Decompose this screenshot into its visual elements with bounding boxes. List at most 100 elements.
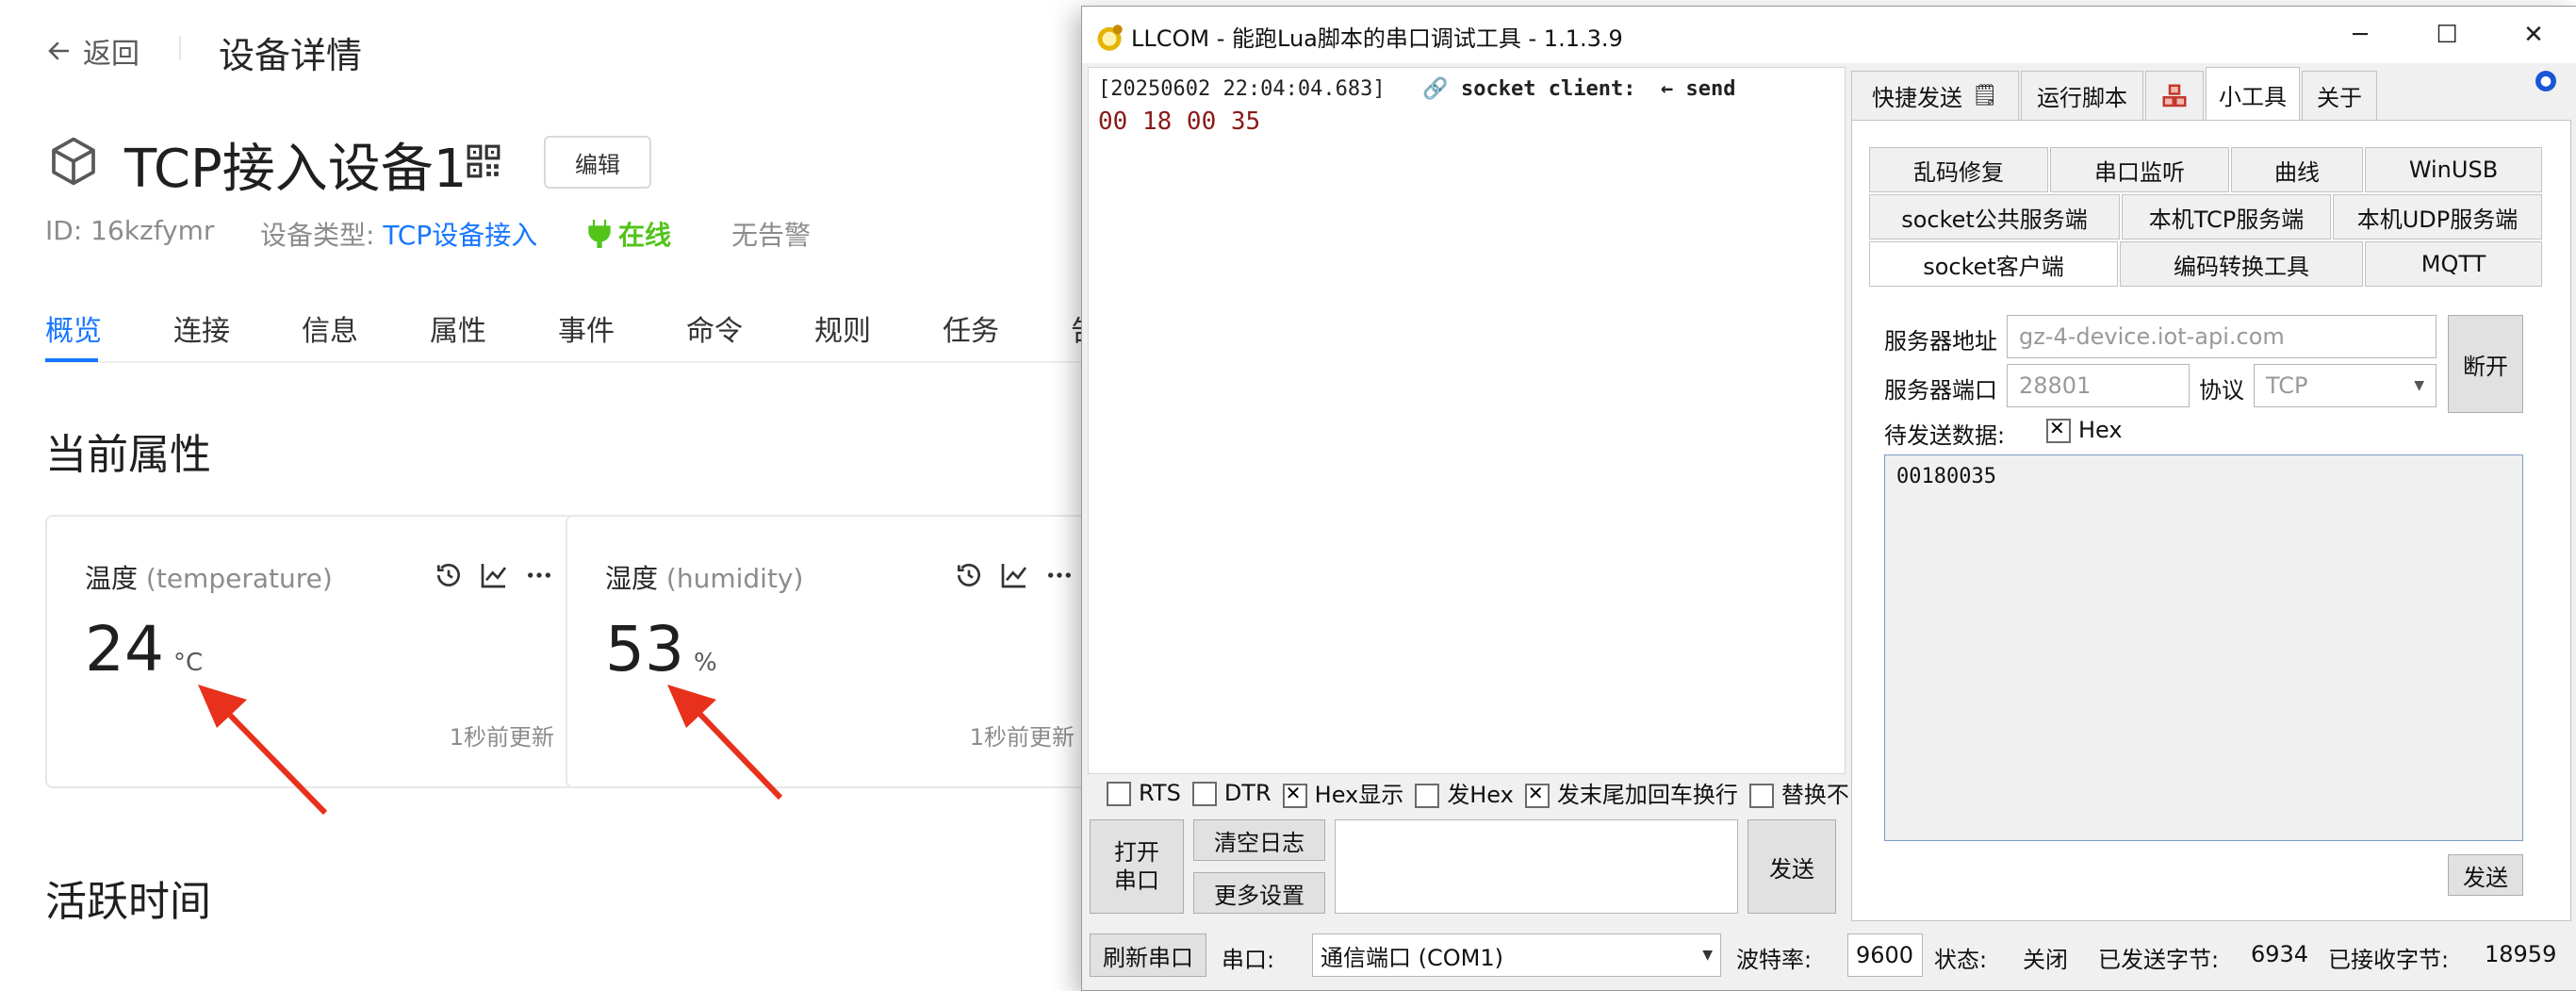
append-crlf-checkbox[interactable]: 发末尾加回车换行 [1524, 776, 1738, 809]
property-name: 温度 [85, 563, 139, 594]
pending-data-textarea[interactable]: 00180035 [1884, 454, 2523, 841]
send-input[interactable] [1335, 819, 1738, 914]
tab-plugins[interactable] [2145, 71, 2204, 120]
subtab-socket-public-server[interactable]: socket公共服务端 [1869, 194, 2120, 239]
tab-tools[interactable]: 小工具 [2206, 67, 2300, 122]
tab-overview[interactable]: 概览 [45, 307, 102, 349]
hex-checkbox[interactable]: Hex [2046, 417, 2123, 443]
close-icon: ✕ [2523, 21, 2544, 49]
disconnect-button[interactable]: 断开 [2448, 315, 2523, 413]
device-type-link[interactable]: TCP设备接入 [383, 220, 537, 251]
server-port-input[interactable]: 28801 [2007, 364, 2190, 407]
checkbox-label: 替换不 [1780, 782, 1849, 808]
tab-info[interactable]: 信息 [302, 307, 358, 349]
device-name: TCP接入设备1 [124, 139, 468, 200]
send-hex-checkbox[interactable]: 发Hex [1415, 776, 1514, 809]
tab-commands[interactable]: 命令 [686, 307, 743, 349]
subtab-encoding-tool[interactable]: 编码转换工具 [2120, 241, 2363, 287]
hex-display-checkbox[interactable]: Hex显示 [1282, 776, 1404, 809]
card-actions [954, 560, 1075, 590]
window-title: LLCOM - 能跑Lua脚本的串口调试工具 - 1.1.3.9 [1131, 25, 1623, 52]
online-label: 在线 [618, 220, 672, 251]
subtab-garbled-fix[interactable]: 乱码修复 [1869, 147, 2048, 192]
tab-quick-send[interactable]: 快捷发送 🗒 [1851, 71, 2019, 120]
server-address-label: 服务器地址 [1884, 328, 1997, 355]
globe-icon[interactable]: ● [2535, 71, 2556, 91]
baud-input[interactable]: 9600 [1847, 933, 1923, 977]
alarm-status: 无告警 [731, 220, 812, 251]
subtab-local-tcp-server[interactable]: 本机TCP服务端 [2122, 194, 2331, 239]
clear-log-button[interactable]: 清空日志 [1193, 819, 1325, 861]
tab-connection[interactable]: 连接 [173, 307, 230, 349]
log-direction: ← send [1660, 77, 1736, 101]
line-chart-icon[interactable] [479, 560, 509, 590]
pending-data-label: 待发送数据: [1884, 422, 2006, 449]
log-source: socket client: [1461, 77, 1636, 101]
tab-events[interactable]: 事件 [558, 307, 615, 349]
plug-icon [588, 220, 611, 248]
subtab-port-monitor[interactable]: 串口监听 [2050, 147, 2229, 192]
minimize-button[interactable]: ─ [2317, 7, 2404, 63]
port-label: 串口: [1222, 947, 1275, 973]
hex-label: Hex [2078, 417, 2123, 443]
arrow-left-icon [48, 41, 69, 60]
tab-properties[interactable]: 属性 [430, 307, 486, 349]
open-port-button[interactable]: 打开 串口 [1090, 819, 1184, 914]
checkbox-label: DTR [1223, 779, 1272, 806]
updated-time: 1秒前更新 [969, 724, 1075, 751]
property-label: 湿度 (humidity) [605, 558, 803, 596]
llcom-window: LLCOM - 能跑Lua脚本的串口调试工具 - 1.1.3.9 ─ ☐ ✕ [… [1081, 6, 2576, 991]
subtab-mqtt[interactable]: MQTT [2365, 241, 2542, 287]
port-select[interactable]: 通信端口 (COM1) ▼ [1312, 933, 1721, 977]
card-actions [434, 560, 554, 590]
maximize-button[interactable]: ☐ [2404, 7, 2490, 63]
tool-send-button[interactable]: 发送 [2448, 854, 2523, 896]
more-icon[interactable] [1044, 560, 1075, 590]
log-timestamp: [20250602 22:04:04.683] [1098, 77, 1386, 101]
back-button[interactable]: 返回 [45, 30, 139, 72]
replace-checkbox[interactable]: 替换不 [1748, 776, 1849, 809]
history-icon[interactable] [434, 560, 464, 590]
property-value: 53 [605, 613, 684, 685]
property-value: 24 [85, 613, 164, 685]
device-detail-page: 返回 设备详情 TCP接入设备1 编辑 ID: 16kzfymr 设备类型: T… [0, 0, 1114, 989]
more-settings-button[interactable]: 更多设置 [1193, 872, 1325, 914]
status-bar: 刷新串口 串口: 通信端口 (COM1) ▼ 波特率: 9600 状态: 关闭 … [1082, 926, 2576, 990]
log-panel[interactable]: [20250602 22:04:04.683] 🔗 socket client:… [1088, 67, 1846, 774]
right-panel: 快捷发送 🗒 运行脚本 小工具 关于 ● 乱码修复 串口监听 曲线 WinUSB… [1851, 67, 2571, 921]
annotation-arrow-icon [667, 685, 783, 801]
checkbox-box [1524, 782, 1550, 808]
recv-bytes-value: 18959 [2485, 941, 2557, 967]
close-button[interactable]: ✕ [2490, 7, 2576, 63]
checkbox-box [1191, 781, 1217, 806]
refresh-port-button[interactable]: 刷新串口 [1090, 933, 1206, 977]
checkbox-label: Hex显示 [1314, 782, 1404, 808]
more-icon[interactable] [524, 560, 554, 590]
qrcode-icon[interactable] [466, 143, 501, 179]
property-key: (temperature) [145, 563, 333, 594]
edit-button[interactable]: 编辑 [544, 136, 651, 189]
tab-tasks[interactable]: 任务 [943, 307, 999, 349]
title-bar[interactable]: LLCOM - 能跑Lua脚本的串口调试工具 - 1.1.3.9 ─ ☐ ✕ [1082, 7, 2576, 63]
tab-run-script[interactable]: 运行脚本 [2021, 71, 2143, 120]
breadcrumb-divider [179, 36, 181, 60]
checkbox-box [2046, 417, 2071, 443]
dropdown-arrow-icon: ▼ [1702, 948, 1713, 963]
rts-checkbox[interactable]: RTS [1107, 780, 1181, 806]
send-button[interactable]: 发送 [1747, 819, 1836, 914]
subtab-socket-client[interactable]: socket客户端 [1869, 241, 2118, 287]
subtab-winusb[interactable]: WinUSB [2365, 147, 2542, 192]
tab-about[interactable]: 关于 [2302, 71, 2377, 120]
subtab-local-udp-server[interactable]: 本机UDP服务端 [2333, 194, 2542, 239]
tab-rules[interactable]: 规则 [814, 307, 871, 349]
line-chart-icon[interactable] [999, 560, 1029, 590]
back-label: 返回 [83, 38, 139, 71]
history-icon[interactable] [954, 560, 984, 590]
protocol-select[interactable]: TCP ▼ [2254, 364, 2437, 407]
protocol-value: TCP [2266, 372, 2308, 399]
dtr-checkbox[interactable]: DTR [1191, 779, 1272, 806]
recv-bytes-label: 已接收字节: [2328, 947, 2450, 973]
property-name: 湿度 [605, 563, 659, 594]
subtab-curve[interactable]: 曲线 [2231, 147, 2363, 192]
server-address-input[interactable]: gz-4-device.iot-api.com [2007, 315, 2437, 358]
